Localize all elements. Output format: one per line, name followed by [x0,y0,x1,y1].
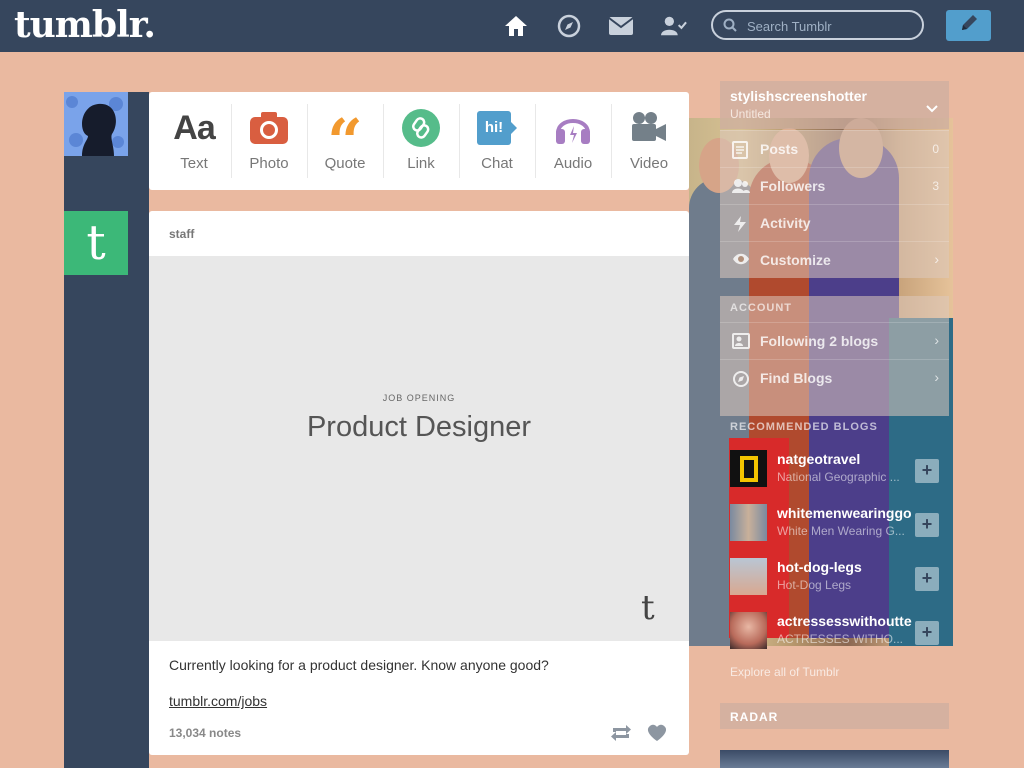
recommended-blog[interactable]: natgeotravel National Geographic ... + [720,444,949,498]
search-box[interactable] [711,10,924,40]
following-icon [732,333,750,354]
recommended-blog[interactable]: whitemenwearinggoog White Men Wearing G.… [720,498,949,552]
explore-icon[interactable] [556,13,582,39]
inbox-icon[interactable] [608,13,634,39]
sidebar-item-customize[interactable]: Customize › [720,241,949,279]
post-type-audio[interactable]: Audio [535,92,611,190]
search-input[interactable] [745,17,919,35]
dashboard-rail [64,92,149,768]
tumblr-logo[interactable]: tumblr. [14,4,156,46]
video-camera-icon [611,108,687,148]
customize-icon [732,252,750,271]
reblog-icon[interactable] [610,723,632,748]
pencil-icon [959,13,979,38]
avatar[interactable] [730,450,767,487]
search-icon [723,18,737,37]
post-type-video[interactable]: Video [611,92,687,190]
follow-plus-icon[interactable]: + [915,513,939,537]
posts-icon [732,141,748,164]
blog-subtitle: Untitled [730,107,771,121]
camera-icon [231,108,307,148]
avatar[interactable] [730,504,767,541]
recommended-blog[interactable]: actressesswithoutteeth ACTRESSES WITHO..… [720,606,949,660]
radar-image[interactable] [720,750,949,768]
sidebar-item-find-blogs[interactable]: Find Blogs › [720,359,949,397]
tumblr-t-icon: t [86,215,106,271]
followers-icon [732,178,750,199]
post-link[interactable]: tumblr.com/jobs [169,693,267,709]
post-type-bar: Aa Text Photo “ Quote Link hi! Chat Audi… [149,92,689,190]
follow-plus-icon[interactable]: + [915,621,939,645]
recommended-title: RECOMMENDED BLOGS [730,421,878,433]
post-type-chat[interactable]: hi! Chat [459,92,535,190]
sidebar-item-posts[interactable]: Posts 0 [720,130,949,168]
post-type-text[interactable]: Aa Text [156,92,232,190]
chevron-right-icon: › [934,332,939,348]
home-icon[interactable] [503,13,529,39]
link-icon [383,108,459,148]
radar-title: RADAR [730,710,779,724]
user-avatar[interactable] [64,92,128,156]
tumblr-t-icon: t [641,588,655,628]
activity-icon [732,215,748,238]
job-label: JOB OPENING [382,393,456,403]
headphones-icon [535,108,611,148]
quote-icon: “ [327,105,363,178]
dashboard-post: staff JOB OPENING Product Designer t Cur… [149,211,689,755]
find-blogs-icon [732,370,750,393]
post-type-quote[interactable]: “ Quote [307,92,383,190]
job-title: Product Designer [306,411,532,443]
account-title: ACCOUNT [730,302,792,314]
chevron-down-icon[interactable] [926,100,938,118]
top-bar: tumblr. [0,0,1024,52]
post-notes[interactable]: 13,034 notes [169,726,241,740]
staff-avatar[interactable]: t [64,211,128,275]
chat-icon: hi! [459,108,535,148]
sidebar-item-activity[interactable]: Activity [720,204,949,242]
blog-name[interactable]: stylishscreenshotter [730,88,867,104]
post-type-photo[interactable]: Photo [231,92,307,190]
heart-icon[interactable] [647,724,667,747]
account-icon[interactable] [661,13,687,39]
post-body: Currently looking for a product designer… [169,657,549,673]
follow-plus-icon[interactable]: + [915,459,939,483]
avatar[interactable] [730,612,767,649]
chevron-right-icon: › [934,369,939,385]
recommended-blog[interactable]: hot-dog-legs Hot-Dog Legs + [720,552,949,606]
sidebar-item-followers[interactable]: Followers 3 [720,167,949,205]
sidebar-item-following[interactable]: Following 2 blogs › [720,322,949,360]
post-type-link[interactable]: Link [383,92,459,190]
post-author[interactable]: staff [169,227,194,241]
text-icon: Aa [173,108,215,147]
explore-link[interactable]: Explore all of Tumblr [730,665,839,679]
compose-button[interactable] [946,10,991,41]
post-image[interactable]: JOB OPENING Product Designer t [149,256,689,641]
chevron-right-icon: › [934,251,939,267]
follow-plus-icon[interactable]: + [915,567,939,591]
avatar[interactable] [730,558,767,595]
